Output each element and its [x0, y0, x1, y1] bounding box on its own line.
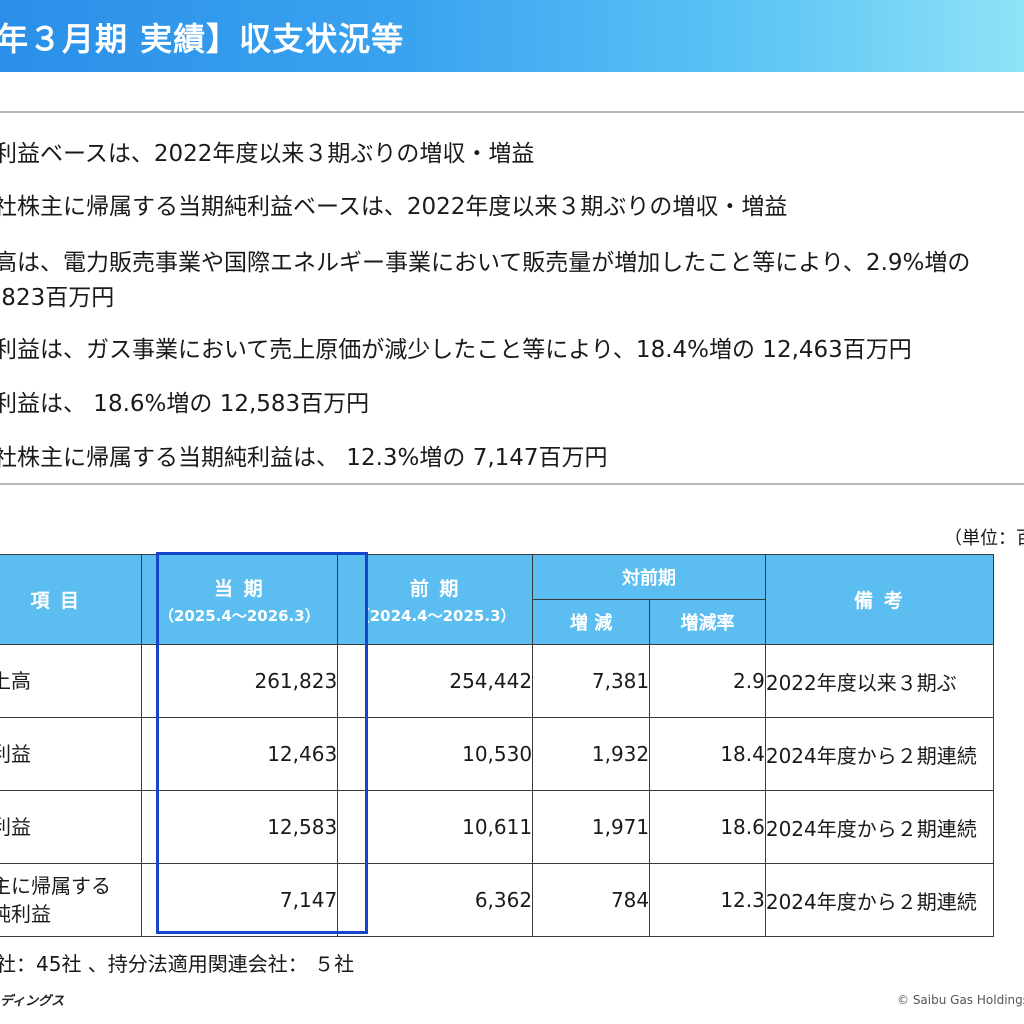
- table-row: 売上高 261,823 254,442 7,381 2.9 2022年度以来３期…: [0, 644, 995, 718]
- row-label: 株主に帰属する 期純利益: [0, 863, 142, 937]
- summary-line-6: 社株主に帰属する当期純利益は、 12.3%増の 7,147百万円: [0, 445, 608, 471]
- results-table: 項 目 当 期 （2025.4～2026.3） 前 期 （2024.4～2025…: [0, 554, 995, 937]
- header-current: 当 期 （2025.4～2026.3）: [140, 554, 339, 645]
- summary-line-3-cont: ,823百万円: [0, 285, 115, 311]
- table-row: 常利益 12,583 10,611 1,971 18.6 2024年度から２期連…: [0, 790, 995, 864]
- row-label: 業利益: [0, 717, 142, 791]
- header-item: 項 目: [0, 554, 142, 645]
- row-label-line-2: 期純利益: [0, 902, 51, 926]
- remark-text: 2024年度から２期連続: [764, 863, 995, 937]
- row-label-line-1: 株主に帰属する: [0, 874, 111, 898]
- current-value: 261,823: [140, 644, 339, 718]
- change-rate-value: 18.6: [649, 790, 766, 864]
- remark-text: 2024年度から２期連続: [764, 717, 995, 791]
- bottom-divider: [0, 483, 1024, 485]
- top-divider: [0, 111, 1024, 113]
- current-value: 12,583: [140, 790, 339, 864]
- change-value: 1,971: [532, 790, 651, 864]
- current-value: 7,147: [140, 863, 339, 937]
- copyright-text: © Saibu Gas Holdings C: [897, 993, 1024, 1007]
- page-title: 年３月期 実績】収支状況等: [0, 20, 405, 58]
- previous-value: 10,611: [337, 790, 534, 864]
- summary-line-2: 社株主に帰属する当期純利益ベースは、2022年度以来３期ぶりの増収・増益: [0, 194, 788, 220]
- summary-line-4: 利益は、ガス事業において売上原価が減少したこと等により、18.4%増の 12,4…: [0, 337, 912, 363]
- title-banner: 年３月期 実績】収支状況等: [0, 0, 1024, 72]
- summary-line-1: 利益ベースは、2022年度以来３期ぶりの増収・増益: [0, 141, 535, 167]
- unit-label: （単位：百: [944, 528, 1024, 549]
- summary-line-3: 高は、電力販売事業や国際エネルギー事業において販売量が増加したこと等により、2.…: [0, 250, 971, 276]
- company-logo: ディングス: [0, 994, 65, 1009]
- row-label: 売上高: [0, 644, 142, 718]
- table-row: 株主に帰属する 期純利益 7,147 6,362 784 12.3 2024年度…: [0, 863, 995, 937]
- footnote: 社：45社 、持分法適用関連会社： ５社: [0, 952, 355, 976]
- change-value: 7,381: [532, 644, 651, 718]
- header-change-rate: 増減率: [649, 599, 766, 645]
- remark-text: 2024年度から２期連続: [764, 790, 995, 864]
- header-previous: 前 期 （2024.4～2025.3）: [337, 554, 534, 645]
- change-value: 1,932: [532, 717, 651, 791]
- current-value: 12,463: [140, 717, 339, 791]
- table-header-row: 項 目 当 期 （2025.4～2026.3） 前 期 （2024.4～2025…: [0, 554, 995, 645]
- previous-value: 6,362: [337, 863, 534, 937]
- header-remarks: 備 考: [764, 554, 995, 645]
- change-value: 784: [532, 863, 651, 937]
- header-change: 増 減: [532, 599, 651, 645]
- table-row: 業利益 12,463 10,530 1,932 18.4 2024年度から２期連…: [0, 717, 995, 791]
- summary-line-5: 利益は、 18.6%増の 12,583百万円: [0, 391, 370, 417]
- header-yoy: 対前期: [532, 554, 766, 600]
- row-label: 常利益: [0, 790, 142, 864]
- previous-value: 254,442: [337, 644, 534, 718]
- change-rate-value: 2.9: [649, 644, 766, 718]
- change-rate-value: 18.4: [649, 717, 766, 791]
- remark-text: 2022年度以来３期ぶ: [764, 644, 995, 718]
- previous-value: 10,530: [337, 717, 534, 791]
- change-rate-value: 12.3: [649, 863, 766, 937]
